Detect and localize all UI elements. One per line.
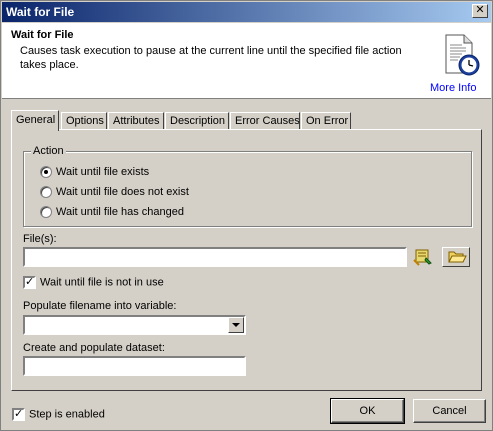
header-title: Wait for File — [11, 29, 74, 41]
general-tab-panel: Action Wait until file exists Wait until… — [11, 129, 482, 391]
populate-dataset-field[interactable] — [23, 356, 246, 376]
variable-picker-icon[interactable] — [412, 247, 434, 267]
header-description: Causes task execution to pause at the cu… — [20, 45, 402, 71]
more-info-link[interactable]: More Info — [430, 82, 476, 94]
close-icon: ✕ — [475, 4, 485, 16]
close-button[interactable]: ✕ — [472, 4, 488, 18]
dropdown-arrow-icon[interactable] — [228, 317, 244, 333]
step-enabled-label: Step is enabled — [29, 408, 105, 421]
tab-on-error[interactable]: On Error — [301, 112, 351, 130]
radio-file-changed[interactable]: Wait until file has changed — [40, 206, 184, 220]
ok-button[interactable]: OK — [330, 398, 405, 424]
radio-file-exists[interactable]: Wait until file exists — [40, 166, 149, 180]
wait-for-file-dialog: Wait for File ✕ Wait for File Causes tas… — [0, 0, 493, 431]
folder-icon — [448, 251, 467, 263]
populate-filename-select[interactable] — [23, 315, 246, 335]
step-enabled-checkbox[interactable]: ✓ Step is enabled — [12, 408, 105, 422]
radio-label: Wait until file does not exist — [56, 186, 189, 198]
tab-attributes[interactable]: Attributes — [108, 112, 164, 130]
cancel-button[interactable]: Cancel — [413, 399, 486, 423]
populate-dataset-input[interactable] — [25, 358, 244, 374]
checkbox-checked[interactable]: ✓ — [12, 408, 25, 421]
radio-file-not-exist[interactable]: Wait until file does not exist — [40, 186, 189, 200]
radio-label: Wait until file has changed — [56, 206, 184, 218]
document-clock-icon[interactable] — [442, 33, 480, 77]
window-title: Wait for File — [6, 5, 75, 19]
files-input[interactable] — [25, 249, 405, 265]
header-panel: Wait for File Causes task execution to p… — [2, 23, 491, 99]
tab-error-causes[interactable]: Error Causes — [230, 112, 300, 130]
browse-button[interactable] — [442, 247, 470, 267]
radio-label: Wait until file exists — [56, 166, 150, 178]
populate-filename-label: Populate filename into variable: — [23, 300, 177, 312]
checkbox-label: Wait until file is not in use — [40, 276, 164, 289]
radio-button-checked[interactable] — [40, 166, 52, 179]
tab-options[interactable]: Options — [61, 112, 107, 130]
radio-button[interactable] — [40, 206, 52, 219]
title-bar[interactable]: Wait for File ✕ — [2, 2, 491, 22]
tab-general[interactable]: General — [11, 110, 59, 131]
wait-in-use-checkbox[interactable]: ✓ Wait until file is not in use — [23, 276, 164, 290]
checkbox-checked[interactable]: ✓ — [23, 276, 36, 289]
files-label: File(s): — [23, 233, 57, 245]
files-field[interactable] — [23, 247, 407, 267]
tab-description[interactable]: Description — [165, 112, 229, 130]
action-group: Action Wait until file exists Wait until… — [23, 145, 472, 227]
action-legend: Action — [31, 145, 66, 157]
populate-dataset-label: Create and populate dataset: — [23, 342, 165, 354]
radio-button[interactable] — [40, 186, 52, 199]
